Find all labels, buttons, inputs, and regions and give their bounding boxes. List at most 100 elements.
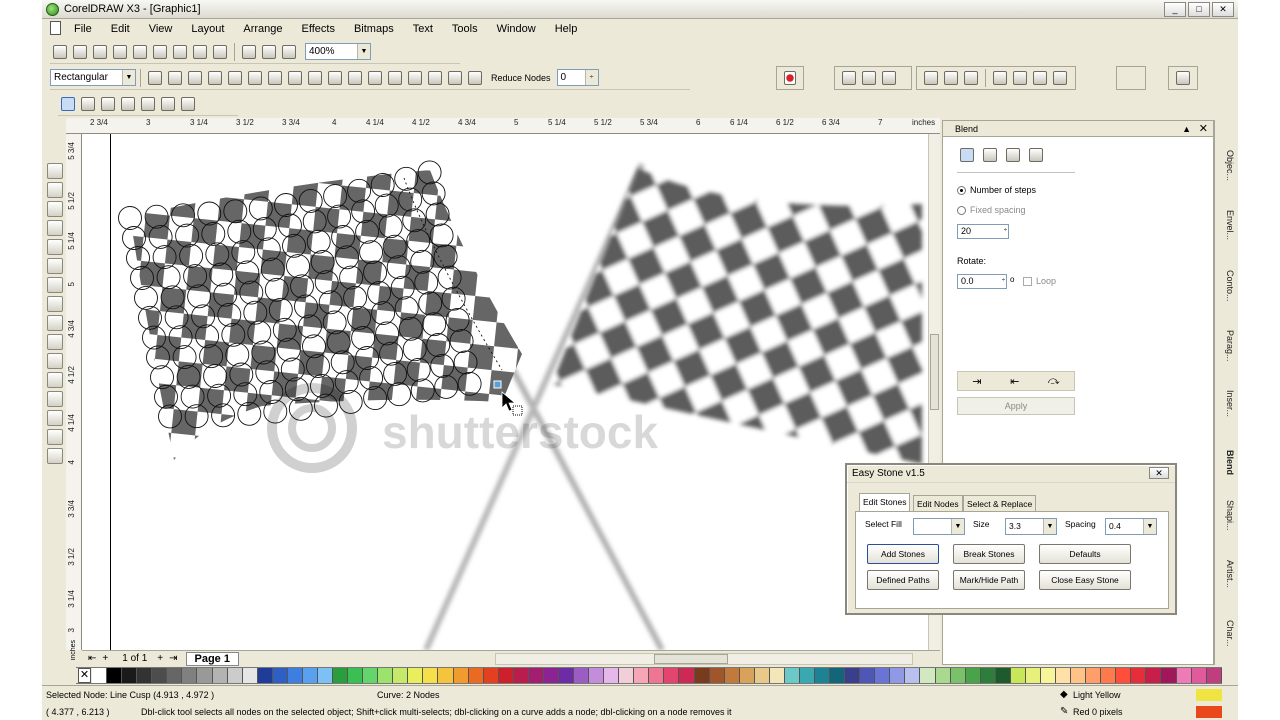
drawing-canvas[interactable]: shutterstock xyxy=(82,134,928,650)
palette-swatch[interactable] xyxy=(212,668,228,683)
playback-icon[interactable] xyxy=(964,71,978,85)
palette-swatch[interactable] xyxy=(1086,668,1102,683)
to-line-icon[interactable] xyxy=(228,70,242,85)
close-easy-stone-button[interactable]: Close Easy Stone xyxy=(1039,570,1131,590)
palette-swatch[interactable] xyxy=(317,668,333,683)
palette-swatch[interactable] xyxy=(167,668,183,683)
pick-tool-icon[interactable] xyxy=(47,163,63,179)
freehand-tool-icon[interactable] xyxy=(47,239,63,255)
palette-swatch[interactable] xyxy=(664,668,680,683)
import-icon[interactable] xyxy=(242,44,256,59)
blend-misc-tab-icon[interactable] xyxy=(1029,148,1043,162)
symmetrical-node-icon[interactable] xyxy=(308,70,322,85)
menu-text[interactable]: Text xyxy=(413,23,433,35)
palette-swatch[interactable] xyxy=(754,668,770,683)
palette-swatch[interactable] xyxy=(468,668,484,683)
selection-mode-combo[interactable]: Rectangular ▼ xyxy=(50,69,136,86)
export-icon[interactable] xyxy=(262,44,276,59)
palette-swatch[interactable] xyxy=(528,668,544,683)
palette-swatch[interactable] xyxy=(784,668,800,683)
palette-swatch[interactable] xyxy=(1025,668,1041,683)
crop-tool-icon[interactable] xyxy=(47,201,63,217)
palette-swatch[interactable] xyxy=(604,668,620,683)
palette-swatch[interactable] xyxy=(769,668,785,683)
palette-swatch[interactable] xyxy=(1176,668,1192,683)
tab-edit-stones[interactable]: Edit Stones xyxy=(859,493,911,511)
reverse-direction-icon[interactable] xyxy=(328,70,342,85)
size-combo[interactable]: 3.3 ▼ xyxy=(1005,518,1057,535)
restore-button[interactable]: □ xyxy=(1188,2,1210,17)
docker-tab-insert[interactable]: Inser... xyxy=(1218,390,1235,417)
palette-swatch[interactable] xyxy=(137,668,153,683)
view-manager-icon[interactable] xyxy=(101,96,115,111)
menu-tools[interactable]: Tools xyxy=(452,23,478,35)
copy-icon[interactable] xyxy=(153,44,167,59)
blend-acceleration-tab-icon[interactable] xyxy=(983,148,997,162)
palette-swatch[interactable] xyxy=(739,668,755,683)
open-icon[interactable] xyxy=(73,44,87,59)
ellipse-tool-icon[interactable] xyxy=(47,296,63,312)
save-icon[interactable] xyxy=(93,44,107,59)
object-data-icon[interactable] xyxy=(81,96,95,111)
macro-run-icon[interactable] xyxy=(862,71,876,85)
palette-swatch[interactable] xyxy=(348,668,364,683)
palette-swatch[interactable] xyxy=(860,668,876,683)
close-button[interactable]: ✕ xyxy=(1212,2,1234,17)
palette-swatch[interactable] xyxy=(875,668,891,683)
rectangle-tool-icon[interactable] xyxy=(47,277,63,293)
steps-input[interactable]: 20 ÷ xyxy=(957,224,1009,239)
palette-swatch[interactable] xyxy=(423,668,439,683)
fixed-spacing-radio[interactable] xyxy=(957,206,966,216)
palette-swatch[interactable] xyxy=(995,668,1011,683)
palette-swatch[interactable] xyxy=(709,668,725,683)
add-page-after-icon[interactable]: + xyxy=(157,653,163,664)
palette-swatch[interactable] xyxy=(558,668,574,683)
outline-color-swatch[interactable] xyxy=(1196,706,1222,718)
menu-view[interactable]: View xyxy=(149,23,173,35)
last-page-icon[interactable]: ⇥ xyxy=(169,653,177,664)
extend-curve-icon[interactable] xyxy=(348,70,362,85)
delete-node-icon[interactable] xyxy=(168,70,182,85)
palette-swatch[interactable] xyxy=(890,668,906,683)
palette-swatch[interactable] xyxy=(393,668,409,683)
smooth-node-icon[interactable] xyxy=(288,70,302,85)
palette-swatch[interactable] xyxy=(453,668,469,683)
horizontal-scrollbar[interactable] xyxy=(494,652,913,665)
palette-swatch[interactable] xyxy=(543,668,559,683)
mark-hide-path-button[interactable]: Mark/Hide Path xyxy=(953,570,1025,590)
align-icon[interactable] xyxy=(993,71,1007,85)
palette-swatch[interactable] xyxy=(257,668,273,683)
docker-tab-envelope[interactable]: Envel... xyxy=(1218,210,1235,240)
zoom-level-combo[interactable]: 400% ▼ xyxy=(305,43,371,60)
fill-tool-icon[interactable] xyxy=(47,429,63,445)
add-node-icon[interactable] xyxy=(148,70,162,85)
to-curve-icon[interactable] xyxy=(248,70,262,85)
redo-icon[interactable] xyxy=(213,44,227,59)
palette-swatch[interactable] xyxy=(1101,668,1117,683)
horizontal-scroll-thumb[interactable] xyxy=(653,653,728,664)
no-fill-swatch[interactable]: ✕ xyxy=(78,668,91,683)
palette-swatch[interactable] xyxy=(1040,668,1056,683)
smart-fill-tool-icon[interactable] xyxy=(47,258,63,274)
palette-swatch[interactable] xyxy=(227,668,243,683)
docker-collapse-icon[interactable]: ▲ xyxy=(1182,121,1191,137)
fill-color-swatch[interactable] xyxy=(1196,689,1222,701)
menu-arrange[interactable]: Arrange xyxy=(243,23,282,35)
object-manager-icon[interactable] xyxy=(61,96,75,111)
docker-tab-paragraph[interactable]: Parag... xyxy=(1218,330,1235,362)
palette-swatch[interactable] xyxy=(107,668,123,683)
palette-swatch[interactable] xyxy=(845,668,861,683)
palette-swatch[interactable] xyxy=(513,668,529,683)
macro-manager-icon[interactable] xyxy=(882,71,896,85)
blend-color-tab-icon[interactable] xyxy=(1006,148,1020,162)
interactive-blend-tool-icon[interactable] xyxy=(47,372,63,388)
select-all-nodes-icon[interactable] xyxy=(468,70,482,85)
start-object-icon[interactable]: ⇥ xyxy=(972,375,981,388)
docker-close-icon[interactable]: ✕ xyxy=(1199,121,1208,137)
palette-swatch[interactable] xyxy=(1206,668,1222,683)
palette-swatch[interactable] xyxy=(574,668,590,683)
palette-swatch[interactable] xyxy=(152,668,168,683)
join-nodes-icon[interactable] xyxy=(188,70,202,85)
eyedropper-tool-icon[interactable] xyxy=(47,391,63,407)
text-tool-icon[interactable] xyxy=(47,353,63,369)
